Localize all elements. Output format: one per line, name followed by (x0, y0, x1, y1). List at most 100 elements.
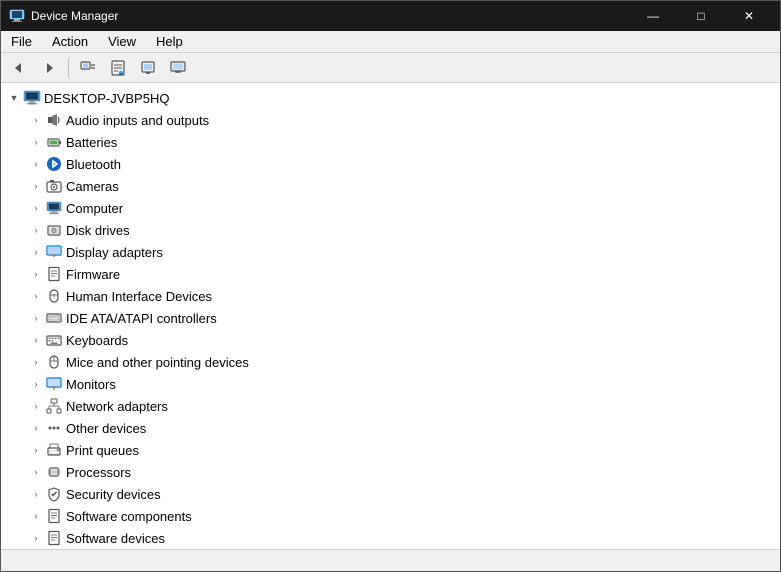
firmware-label: Firmware (66, 267, 120, 282)
toolbar-display-button[interactable] (164, 56, 192, 80)
tree-item-ide[interactable]: › IDE ATA/ATAPI controllers (1, 307, 780, 329)
print-label: Print queues (66, 443, 139, 458)
tree-item-firmware[interactable]: › Firmware (1, 263, 780, 285)
ide-label: IDE ATA/ATAPI controllers (66, 311, 217, 326)
hid-label: Human Interface Devices (66, 289, 212, 304)
ide-icon (45, 309, 63, 327)
toolbar-separator-1 (68, 58, 69, 78)
cameras-icon (45, 177, 63, 195)
processors-label: Processors (66, 465, 131, 480)
swcomp-label: Software components (66, 509, 192, 524)
swdev-icon (45, 529, 63, 547)
security-label: Security devices (66, 487, 161, 502)
mice-expand-icon[interactable]: › (27, 353, 45, 371)
network-icon (45, 397, 63, 415)
content-area: ▼ DESKTOP-JVBP5HQ › (1, 83, 780, 549)
batteries-icon (45, 133, 63, 151)
menu-view[interactable]: View (98, 31, 146, 52)
processors-expand-icon[interactable]: › (27, 463, 45, 481)
menu-bar: File Action View Help (1, 31, 780, 53)
disk-expand-icon[interactable]: › (27, 221, 45, 239)
tree-root[interactable]: ▼ DESKTOP-JVBP5HQ (1, 87, 780, 109)
batteries-expand-icon[interactable]: › (27, 133, 45, 151)
keyboards-expand-icon[interactable]: › (27, 331, 45, 349)
close-button[interactable]: ✕ (726, 1, 772, 31)
monitors-expand-icon[interactable]: › (27, 375, 45, 393)
minimize-button[interactable]: — (630, 1, 676, 31)
display-expand-icon[interactable]: › (27, 243, 45, 261)
toolbar-properties-button[interactable] (104, 56, 132, 80)
menu-file[interactable]: File (1, 31, 42, 52)
tree-item-swcomp[interactable]: › Software components (1, 505, 780, 527)
maximize-button[interactable]: □ (678, 1, 724, 31)
tree-item-audio[interactable]: › Audio inputs and outputs (1, 109, 780, 131)
security-icon (45, 485, 63, 503)
print-expand-icon[interactable]: › (27, 441, 45, 459)
tree-item-computer[interactable]: › Computer (1, 197, 780, 219)
tree-item-batteries[interactable]: › Batteries (1, 131, 780, 153)
monitors-label: Monitors (66, 377, 116, 392)
tree-item-monitors[interactable]: › Monitors (1, 373, 780, 395)
root-computer-icon (23, 89, 41, 107)
tree-item-display[interactable]: › Display adapters (1, 241, 780, 263)
swcomp-icon (45, 507, 63, 525)
bluetooth-expand-icon[interactable]: › (27, 155, 45, 173)
disk-icon (45, 221, 63, 239)
firmware-icon (45, 265, 63, 283)
other-label: Other devices (66, 421, 146, 436)
toolbar-show-hide-button[interactable] (74, 56, 102, 80)
tree-item-print[interactable]: › Print queues (1, 439, 780, 461)
tree-item-keyboards[interactable]: › Keyboards (1, 329, 780, 351)
display-icon (45, 243, 63, 261)
swdev-label: Software devices (66, 531, 165, 546)
root-expand-icon[interactable]: ▼ (5, 89, 23, 107)
toolbar (1, 53, 780, 83)
tree-item-security[interactable]: › Security devices (1, 483, 780, 505)
menu-help[interactable]: Help (146, 31, 193, 52)
status-bar (1, 549, 780, 571)
window-title: Device Manager (31, 9, 118, 23)
monitors-icon (45, 375, 63, 393)
menu-action[interactable]: Action (42, 31, 98, 52)
keyboards-label: Keyboards (66, 333, 128, 348)
audio-icon (45, 111, 63, 129)
other-icon (45, 419, 63, 437)
tree-item-cameras[interactable]: › Cameras (1, 175, 780, 197)
audio-expand-icon[interactable]: › (27, 111, 45, 129)
bluetooth-label: Bluetooth (66, 157, 121, 172)
toolbar-update-button[interactable] (134, 56, 162, 80)
tree-item-disk[interactable]: › Disk drives (1, 219, 780, 241)
computer-icon (45, 199, 63, 217)
tree-item-processors[interactable]: › Processors (1, 461, 780, 483)
network-label: Network adapters (66, 399, 168, 414)
keyboards-icon (45, 331, 63, 349)
title-bar-left: Device Manager (9, 8, 118, 24)
other-expand-icon[interactable]: › (27, 419, 45, 437)
tree-item-mice[interactable]: › Mice and other pointing devices (1, 351, 780, 373)
tree-item-swdev[interactable]: › Software devices (1, 527, 780, 549)
hid-icon (45, 287, 63, 305)
hid-expand-icon[interactable]: › (27, 287, 45, 305)
tree-item-network[interactable]: › Network adapters (1, 395, 780, 417)
toolbar-back-button[interactable] (5, 56, 33, 80)
computer-label: Computer (66, 201, 123, 216)
mice-label: Mice and other pointing devices (66, 355, 249, 370)
device-tree[interactable]: ▼ DESKTOP-JVBP5HQ › (1, 83, 780, 549)
tree-item-hid[interactable]: › Human Interface Devices (1, 285, 780, 307)
root-label: DESKTOP-JVBP5HQ (44, 91, 169, 106)
device-manager-window: Device Manager — □ ✕ File Action View He… (0, 0, 781, 572)
network-expand-icon[interactable]: › (27, 397, 45, 415)
security-expand-icon[interactable]: › (27, 485, 45, 503)
computer-expand-icon[interactable]: › (27, 199, 45, 217)
swdev-expand-icon[interactable]: › (27, 529, 45, 547)
tree-item-bluetooth[interactable]: › Bluetooth (1, 153, 780, 175)
processors-icon (45, 463, 63, 481)
tree-item-other[interactable]: › Other devices (1, 417, 780, 439)
cameras-expand-icon[interactable]: › (27, 177, 45, 195)
toolbar-forward-button[interactable] (35, 56, 63, 80)
title-bar-app-icon (9, 8, 25, 24)
swcomp-expand-icon[interactable]: › (27, 507, 45, 525)
firmware-expand-icon[interactable]: › (27, 265, 45, 283)
ide-expand-icon[interactable]: › (27, 309, 45, 327)
title-bar: Device Manager — □ ✕ (1, 1, 780, 31)
